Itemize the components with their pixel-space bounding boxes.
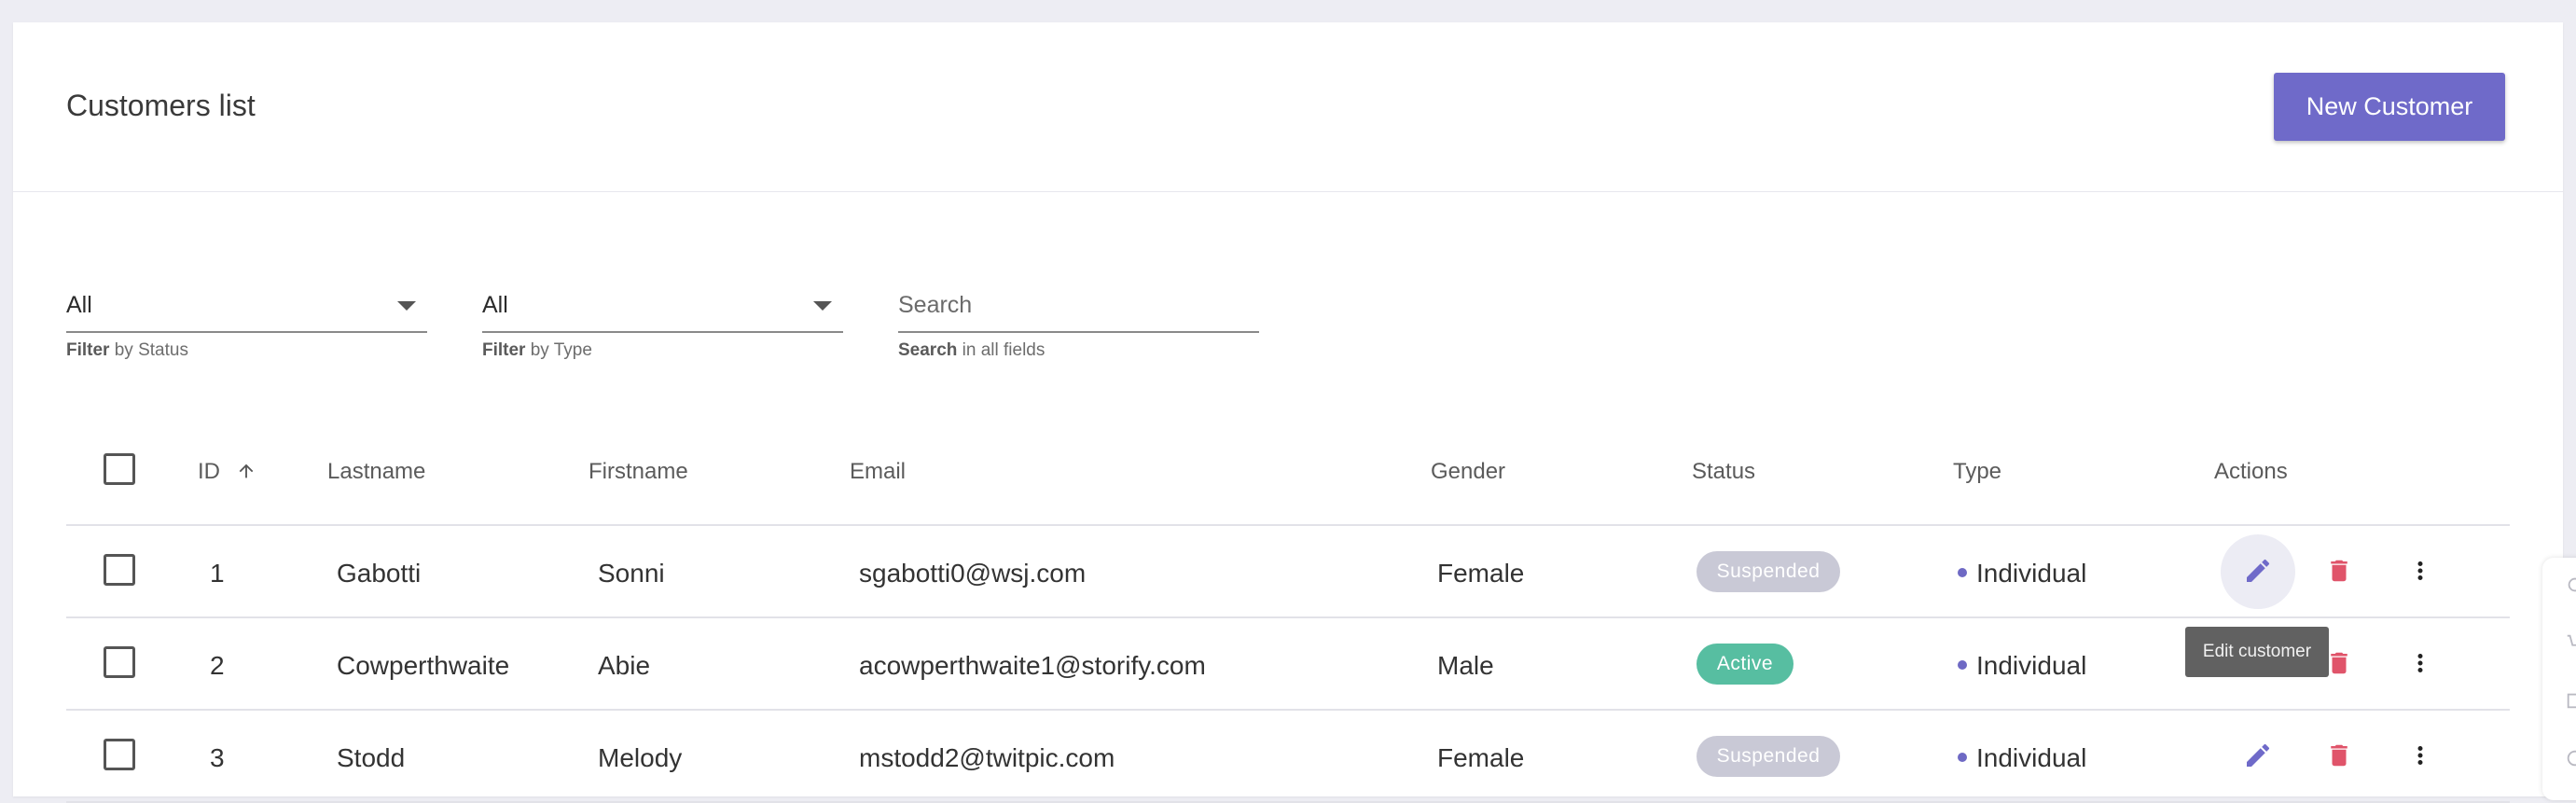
calendar-icon[interactable] [2565, 690, 2576, 711]
dot-icon [1958, 567, 1967, 577]
column-header-gender[interactable]: Gender [1431, 459, 1505, 485]
cell-firstname: Abie [598, 651, 651, 680]
email-link[interactable]: mstodd2@twitpic.com [859, 743, 1115, 773]
status-badge: Suspended [1697, 736, 1840, 777]
cell-gender: Male [1437, 651, 1494, 680]
table-row[interactable]: 3 Stodd Melody mstodd2@twitpic.com Femal… [66, 711, 2510, 803]
search-filter[interactable]: Search Search in all fields [898, 267, 1259, 361]
edit-button[interactable] [2241, 739, 2275, 772]
dot-icon [1958, 659, 1967, 670]
customers-table: ID Lastname Firstname Email Gender Statu… [66, 407, 2510, 803]
customers-card: Customers list New Customer All Filter b… [13, 22, 2563, 803]
search-input[interactable]: Search [898, 267, 1259, 333]
more-options-button[interactable] [2403, 646, 2437, 680]
type-filter[interactable]: All Filter by Type [482, 267, 843, 361]
more-options-button[interactable] [2403, 739, 2437, 772]
globe-icon[interactable] [2565, 748, 2576, 768]
cell-id: 1 [210, 559, 225, 588]
edit-tooltip: Edit customer [2185, 627, 2329, 677]
status-select[interactable]: All [66, 267, 427, 333]
type-filter-helper: Filter by Type [482, 340, 592, 360]
cell-lastname: Gabotti [337, 559, 422, 588]
cell-id: 2 [210, 651, 225, 680]
status-select-value: All [66, 292, 92, 318]
row-checkbox[interactable] [104, 554, 135, 586]
cell-gender: Female [1437, 559, 1525, 588]
column-header-id[interactable]: ID [198, 459, 256, 485]
new-customer-button[interactable]: New Customer [2274, 73, 2505, 141]
search-helper: Search in all fields [898, 340, 1046, 360]
more-vertical-icon [2417, 746, 2423, 765]
cart-icon[interactable] [2565, 632, 2576, 653]
status-badge: Suspended [1697, 551, 1840, 592]
more-options-button[interactable] [2403, 554, 2437, 588]
edit-button[interactable] [2241, 554, 2275, 588]
row-checkbox[interactable] [104, 739, 135, 770]
page-title: Customers list [66, 89, 256, 122]
select-all-checkbox[interactable] [104, 453, 135, 485]
cell-lastname: Cowperthwaite [337, 651, 510, 680]
column-header-type[interactable]: Type [1953, 459, 2001, 485]
trash-icon [2331, 652, 2347, 674]
more-vertical-icon [2417, 654, 2423, 672]
column-header-status[interactable]: Status [1692, 459, 1755, 485]
column-header-lastname[interactable]: Lastname [327, 459, 425, 485]
cell-gender: Female [1437, 743, 1525, 772]
chevron-down-icon[interactable] [397, 301, 416, 311]
card-header: Customers list New Customer [13, 22, 2563, 192]
pencil-icon [2247, 559, 2270, 582]
type-label[interactable]: Individual [1958, 651, 2086, 681]
type-select[interactable]: All [482, 267, 843, 333]
email-link[interactable]: acowperthwaite1@storify.com [859, 651, 1206, 681]
trash-icon [2331, 744, 2347, 767]
pencil-icon [2247, 743, 2270, 767]
chevron-down-icon[interactable] [813, 301, 832, 311]
trash-icon [2331, 560, 2347, 582]
dot-icon [1958, 752, 1967, 762]
column-header-firstname[interactable]: Firstname [589, 459, 688, 485]
table-header-row: ID Lastname Firstname Email Gender Statu… [66, 407, 2510, 526]
floating-side-toolbar [2542, 558, 2576, 800]
row-checkbox[interactable] [104, 646, 135, 678]
type-label[interactable]: Individual [1958, 743, 2086, 773]
column-header-actions: Actions [2214, 459, 2288, 484]
type-select-value: All [482, 292, 508, 318]
table-row[interactable]: 2 Cowperthwaite Abie acowperthwaite1@sto… [66, 618, 2510, 711]
cell-firstname: Sonni [598, 559, 665, 588]
status-filter[interactable]: All Filter by Status [66, 267, 427, 361]
type-label[interactable]: Individual [1958, 559, 2086, 588]
arrow-up-icon [239, 464, 254, 478]
cell-firstname: Melody [598, 743, 683, 772]
delete-button[interactable] [2322, 554, 2356, 588]
gear-icon[interactable] [2565, 575, 2576, 595]
column-header-email[interactable]: Email [850, 459, 906, 485]
table-row[interactable]: 1 Gabotti Sonni sgabotti0@wsj.com Female… [66, 526, 2510, 677]
cell-lastname: Stodd [337, 743, 406, 772]
status-filter-helper: Filter by Status [66, 340, 188, 360]
status-badge: Active [1697, 644, 1794, 685]
search-placeholder: Search [898, 292, 973, 318]
cell-id: 3 [210, 743, 225, 772]
email-link[interactable]: sgabotti0@wsj.com [859, 559, 1086, 588]
delete-button[interactable] [2322, 739, 2356, 772]
more-vertical-icon [2417, 561, 2423, 580]
